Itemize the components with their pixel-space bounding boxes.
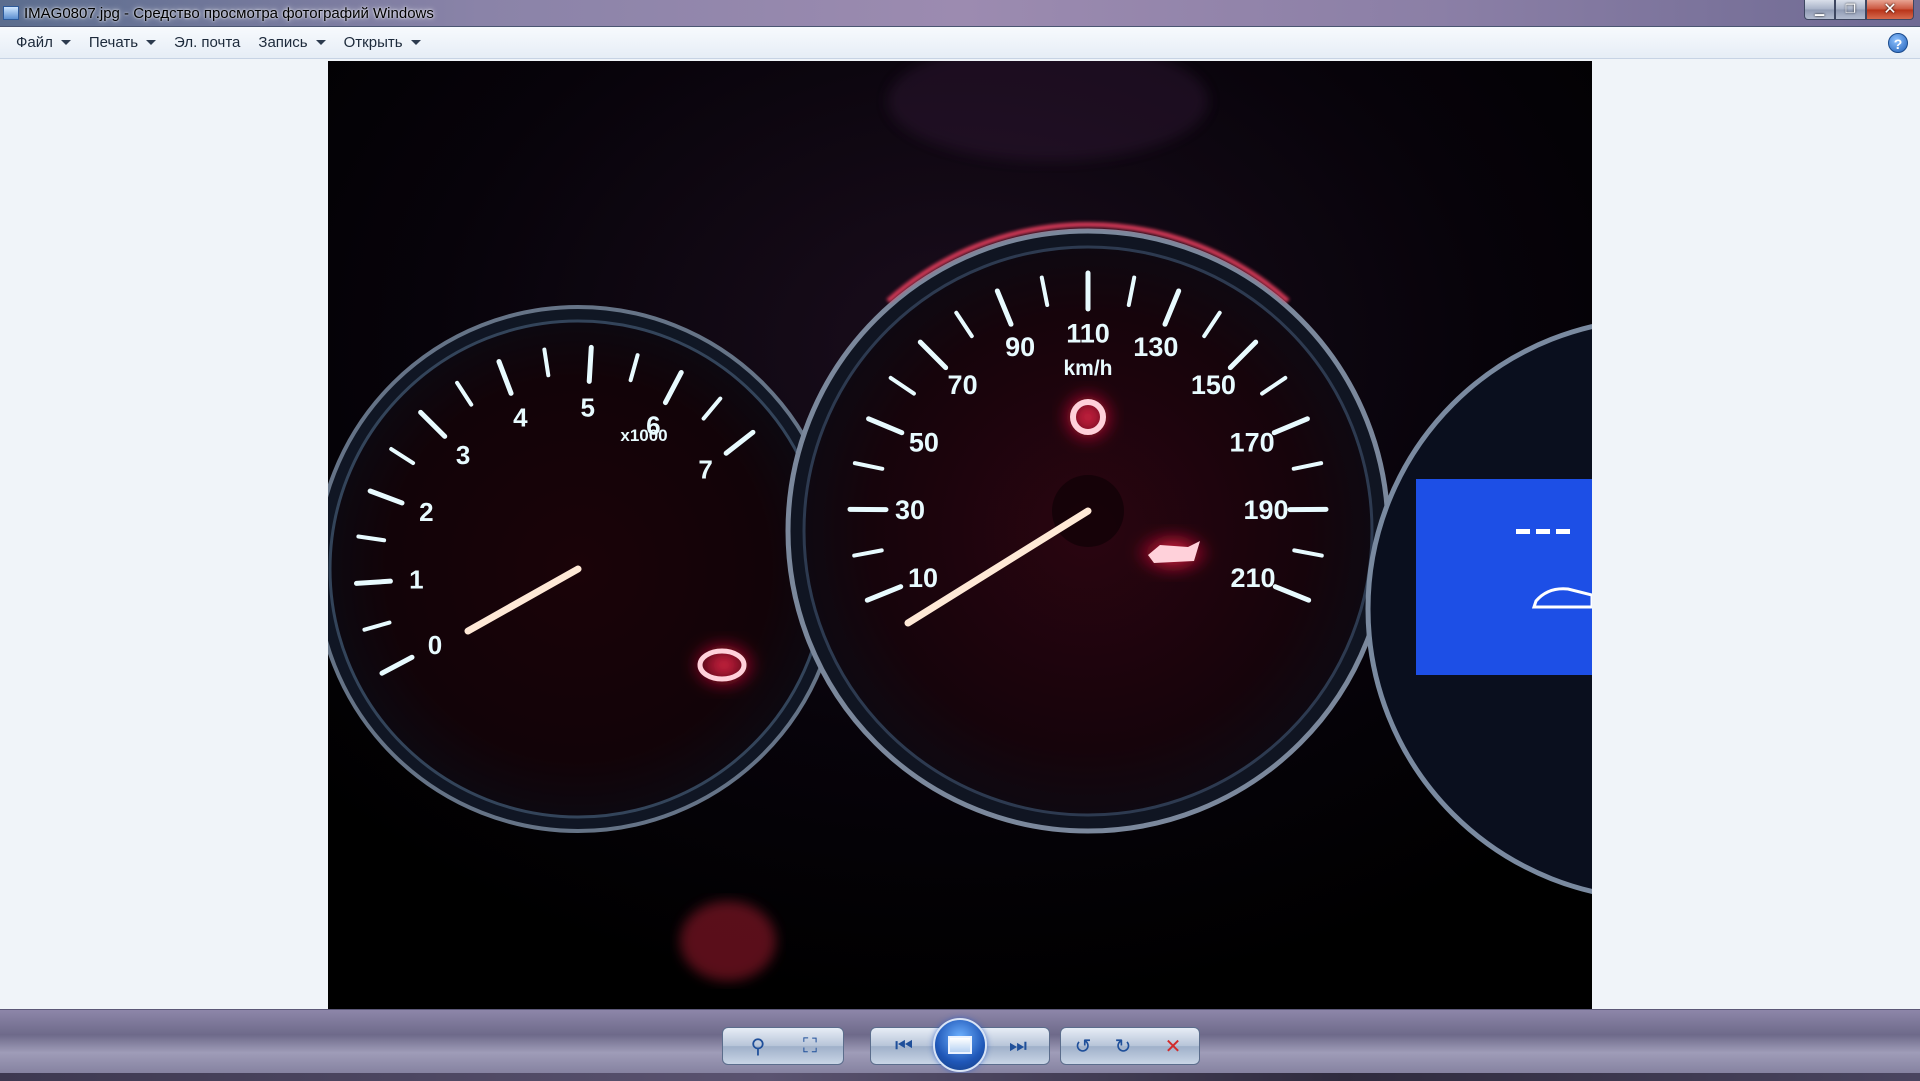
minimize-icon: ▁: [1815, 0, 1824, 23]
parking-brake-glow: [1058, 387, 1118, 447]
chevron-down-icon: [411, 40, 421, 45]
menu-burn[interactable]: Запись: [250, 30, 333, 56]
menu-print[interactable]: Печать: [81, 30, 164, 56]
menu-burn-label: Запись: [258, 34, 307, 51]
close-icon: ✕: [1883, 0, 1896, 23]
delete-button[interactable]: ✕: [1153, 1028, 1193, 1064]
tachometer-label: 0: [428, 630, 442, 660]
speedometer-label: 10: [908, 563, 938, 593]
slideshow-button[interactable]: [933, 1018, 987, 1072]
rotate-counterclockwise-button[interactable]: ↺: [1063, 1028, 1103, 1064]
title-bar: IMAG0807.jpg - Средство просмотра фотогр…: [0, 0, 1920, 27]
dashboard-photo[interactable]: 01234567 x1000 1030507090110130150170190…: [328, 61, 1592, 1009]
menu-file-label: Файл: [16, 34, 53, 51]
speedometer-label: 190: [1243, 495, 1288, 525]
chevron-down-icon: [61, 40, 71, 45]
speedometer-label: 170: [1230, 427, 1275, 457]
fit-to-window-button[interactable]: ⛶: [785, 1028, 835, 1064]
chevron-down-icon: [316, 40, 326, 45]
rotate-cw-icon: ↻: [1115, 1034, 1132, 1059]
help-button[interactable]: ?: [1888, 33, 1908, 53]
dashboard-photo-svg: 01234567 x1000 1030507090110130150170190…: [328, 61, 1592, 1009]
tachometer-unit-label: x1000: [620, 426, 667, 445]
next-icon: ⏭: [1009, 1035, 1027, 1058]
tachometer-tick: [589, 347, 591, 381]
tachometer-label: 2: [419, 497, 433, 527]
tachometer-label: 1: [409, 565, 423, 595]
tachometer-gauge: 01234567 x1000: [328, 307, 840, 831]
rotate-clockwise-button[interactable]: ↻: [1103, 1028, 1143, 1064]
previous-button[interactable]: ⏮: [879, 1028, 929, 1064]
help-icon: ?: [1894, 36, 1903, 52]
speedometer-gauge: 10 30 50 70 90 110 130 150 170 190 210 km/h: [788, 225, 1388, 831]
speedometer-label: 210: [1231, 563, 1276, 593]
previous-icon: ⏮: [895, 1035, 913, 1058]
slideshow-icon: [948, 1036, 972, 1054]
info-display-screen: [1416, 479, 1592, 675]
menu-print-label: Печать: [89, 34, 138, 51]
next-button[interactable]: ⏭: [993, 1028, 1043, 1064]
menu-email-label: Эл. почта: [174, 34, 240, 51]
menu-open[interactable]: Открыть: [336, 30, 429, 56]
minimize-button[interactable]: ▁: [1804, 0, 1835, 20]
navigation-bar: ⚲ ⛶ ⏮ ⏭ ↺ ↻ ✕: [0, 1009, 1920, 1081]
zoom-fit-group: ⚲ ⛶: [722, 1027, 844, 1065]
speedometer-label: 130: [1133, 332, 1178, 362]
zoom-icon: ⚲: [751, 1034, 766, 1059]
chevron-down-icon: [146, 40, 156, 45]
zoom-button[interactable]: ⚲: [733, 1028, 783, 1064]
menu-open-label: Открыть: [344, 34, 403, 51]
menu-file[interactable]: Файл: [8, 30, 79, 56]
speedometer-label: 70: [948, 370, 978, 400]
close-button[interactable]: ✕: [1866, 0, 1914, 20]
maximize-button[interactable]: ❐: [1835, 0, 1866, 20]
menu-email[interactable]: Эл. почта: [166, 30, 248, 56]
tachometer-label: 5: [580, 392, 594, 422]
restore-icon: ❐: [1845, 0, 1856, 23]
speedometer-unit-label: km/h: [1063, 357, 1112, 380]
fit-window-icon: ⛶: [803, 1035, 817, 1058]
photo-viewer-app-icon[interactable]: [3, 6, 19, 20]
speedometer-label: 150: [1191, 370, 1236, 400]
tachometer-tick: [356, 581, 390, 583]
window-controls: ▁ ❐ ✕: [1804, 0, 1914, 21]
menu-bar: Файл Печать Эл. почта Запись Открыть ?: [0, 27, 1920, 59]
tachometer-label: 3: [456, 440, 470, 470]
tachometer-label: 7: [698, 454, 712, 484]
speedometer-label: 50: [909, 427, 939, 457]
speedometer-label: 30: [895, 495, 925, 525]
speedometer-label: 110: [1066, 318, 1110, 348]
rotate-delete-group: ↺ ↻ ✕: [1060, 1027, 1200, 1065]
window-title: IMAG0807.jpg - Средство просмотра фотогр…: [24, 0, 434, 27]
speedometer-label: 90: [1005, 332, 1035, 362]
photo-viewer-area: 01234567 x1000 1030507090110130150170190…: [0, 59, 1920, 1009]
rotate-ccw-icon: ↺: [1075, 1034, 1092, 1059]
tachometer-label: 4: [513, 403, 528, 433]
delete-icon: ✕: [1165, 1034, 1182, 1059]
